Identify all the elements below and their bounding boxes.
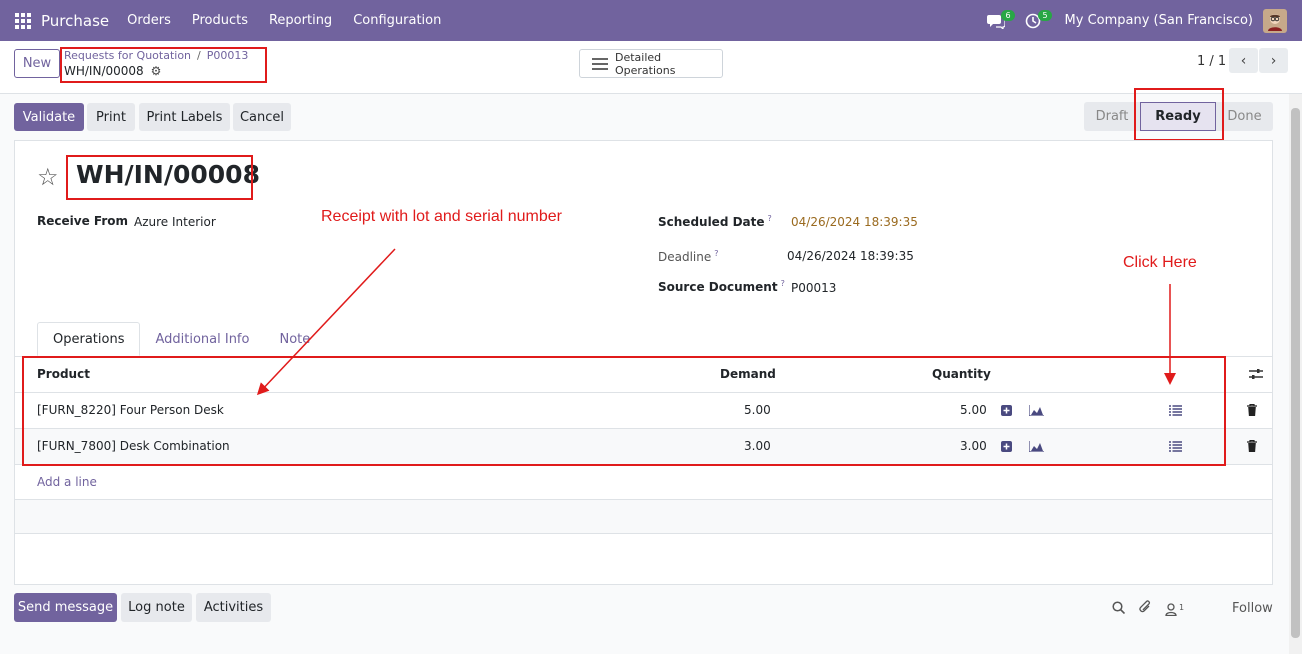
tab-operations[interactable]: Operations bbox=[37, 322, 141, 356]
source-document-label: Source Document? bbox=[658, 279, 785, 294]
stage-done[interactable]: Done bbox=[1216, 102, 1273, 131]
followers-count: 1 bbox=[1179, 602, 1185, 612]
annotation-box-title bbox=[66, 155, 253, 200]
user-avatar[interactable] bbox=[1263, 8, 1287, 33]
tab-note[interactable]: Note bbox=[264, 322, 325, 356]
deadline-label: Deadline? bbox=[658, 249, 719, 264]
pager-next-icon[interactable]: › bbox=[1259, 48, 1288, 73]
paperclip-icon[interactable] bbox=[1138, 600, 1152, 618]
notebook-tabs: Operations Additional Info Note bbox=[37, 322, 325, 356]
status-bar: Validate Print Print Labels Cancel Draft… bbox=[0, 88, 1289, 141]
annotation-receipt-note: Receipt with lot and serial number bbox=[321, 208, 563, 225]
send-message-button[interactable]: Send message bbox=[14, 593, 117, 622]
activities-clock-icon[interactable]: 5 bbox=[1022, 9, 1052, 32]
chatter-bar: Send message Log note Activities 1 Follo… bbox=[0, 590, 1289, 626]
pager-value[interactable]: 1 / 1 bbox=[1197, 54, 1226, 69]
receive-from-label: Receive From bbox=[37, 214, 128, 228]
new-button[interactable]: New bbox=[14, 49, 60, 78]
scheduled-date-label: Scheduled Date? bbox=[658, 214, 772, 229]
print-button[interactable]: Print bbox=[87, 103, 135, 131]
search-icon[interactable] bbox=[1112, 600, 1126, 618]
form-sheet: ☆ WH/IN/00008 Receive From Azure Interio… bbox=[14, 140, 1273, 585]
source-document-field[interactable]: P00013 bbox=[791, 281, 836, 295]
list-bars-icon bbox=[592, 57, 608, 70]
scrollbar[interactable] bbox=[1289, 94, 1302, 654]
help-icon: ? bbox=[714, 249, 719, 258]
app-name[interactable]: Purchase bbox=[41, 12, 109, 30]
table-footer-band bbox=[15, 500, 1272, 534]
annotation-click-here: Click Here bbox=[1123, 254, 1197, 271]
star-icon[interactable]: ☆ bbox=[37, 163, 59, 191]
apps-menu-icon[interactable] bbox=[15, 12, 31, 29]
control-panel: New Requests for Quotation / P00013 WH/IN/… bbox=[0, 41, 1302, 94]
add-a-line-link[interactable]: Add a line bbox=[37, 475, 97, 489]
messages-icon[interactable]: 6 bbox=[985, 9, 1015, 32]
receive-from-field[interactable]: Azure Interior bbox=[134, 215, 216, 229]
deadline-field[interactable]: 04/26/2024 18:39:35 bbox=[787, 249, 914, 263]
menu-products[interactable]: Products bbox=[192, 13, 248, 28]
help-icon: ? bbox=[780, 279, 785, 288]
activities-button[interactable]: Activities bbox=[196, 593, 271, 622]
company-switcher[interactable]: My Company (San Francisco) bbox=[1065, 13, 1253, 28]
pager-previous-icon[interactable]: ‹ bbox=[1229, 48, 1258, 73]
top-navbar: Purchase Orders Products Reporting Confi… bbox=[0, 0, 1302, 41]
stage-draft[interactable]: Draft bbox=[1084, 102, 1140, 131]
menu-configuration[interactable]: Configuration bbox=[353, 13, 441, 28]
column-settings-icon[interactable] bbox=[1249, 368, 1263, 384]
messages-badge: 6 bbox=[1001, 9, 1015, 21]
validate-button[interactable]: Validate bbox=[14, 103, 84, 131]
activities-badge: 5 bbox=[1038, 9, 1052, 21]
help-icon: ? bbox=[767, 214, 772, 223]
annotation-box-table bbox=[22, 356, 1226, 466]
log-note-button[interactable]: Log note bbox=[121, 593, 192, 622]
scheduled-date-field[interactable]: 04/26/2024 18:39:35 bbox=[791, 215, 918, 229]
annotation-box-ready bbox=[1134, 88, 1224, 141]
delete-trash-icon[interactable] bbox=[1247, 439, 1257, 456]
scrollbar-thumb[interactable] bbox=[1291, 108, 1300, 638]
menu-orders[interactable]: Orders bbox=[127, 13, 171, 28]
detailed-operations-button[interactable]: Detailed Operations bbox=[579, 49, 723, 78]
cancel-button[interactable]: Cancel bbox=[233, 103, 291, 131]
delete-trash-icon[interactable] bbox=[1247, 403, 1257, 420]
detailed-operations-label: Detailed Operations bbox=[615, 50, 676, 77]
annotation-box-breadcrumb bbox=[60, 47, 267, 83]
print-labels-button[interactable]: Print Labels bbox=[139, 103, 230, 131]
chatter-tools: 1 bbox=[1112, 600, 1184, 618]
tab-additional-info[interactable]: Additional Info bbox=[140, 322, 264, 356]
follow-button[interactable]: Follow bbox=[1232, 601, 1273, 616]
menu-reporting[interactable]: Reporting bbox=[269, 13, 332, 28]
followers-icon[interactable]: 1 bbox=[1165, 603, 1184, 616]
